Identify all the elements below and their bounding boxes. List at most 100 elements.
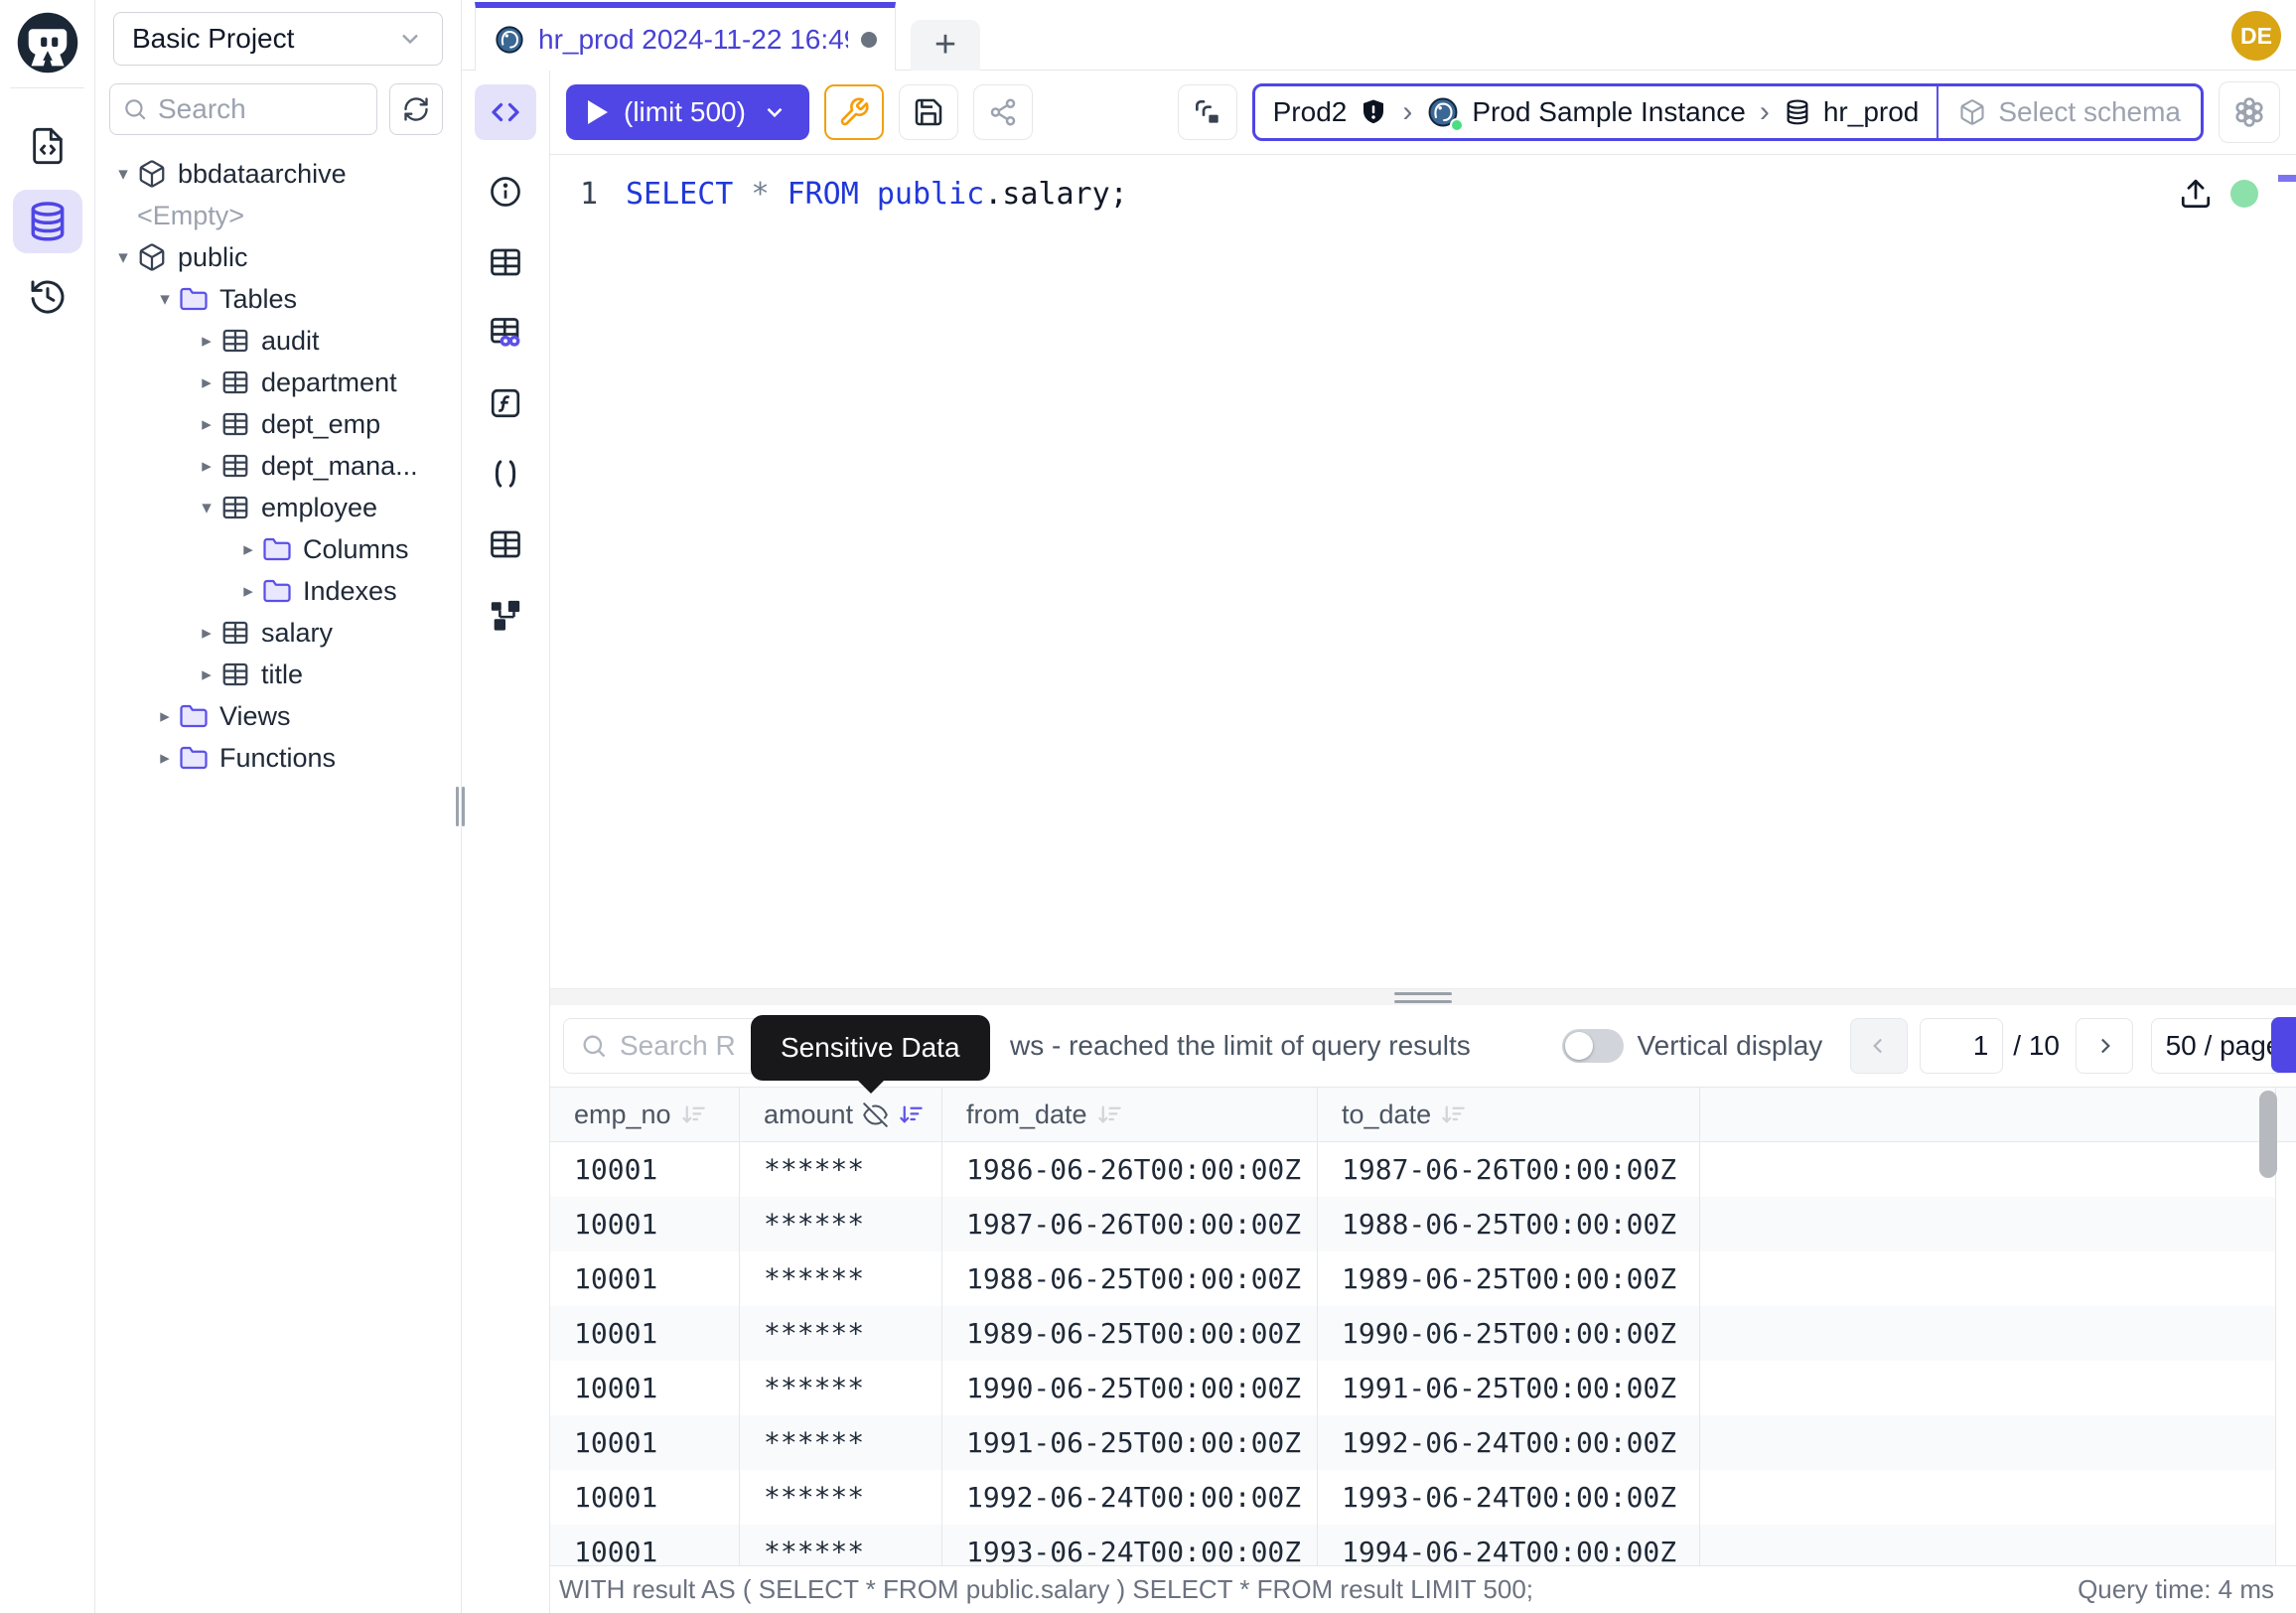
expander-down-icon[interactable]: ▾	[193, 497, 220, 519]
expander-right-icon[interactable]: ▸	[193, 371, 220, 394]
export-drawer-button[interactable]	[2271, 1017, 2296, 1073]
table-row[interactable]: 10001******1986-06-26T00:00:00Z1987-06-2…	[550, 1142, 2296, 1197]
expander-right-icon[interactable]: ▸	[151, 705, 179, 728]
table-row[interactable]: 10001******1993-06-24T00:00:00Z1994-06-2…	[550, 1525, 2296, 1565]
table-row[interactable]: 10001******1992-06-24T00:00:00Z1993-06-2…	[550, 1470, 2296, 1525]
user-avatar[interactable]: DE	[2231, 11, 2281, 61]
sql-editor-mode-button[interactable]	[475, 84, 536, 140]
column-header-from_date[interactable]: from_date	[942, 1088, 1318, 1141]
tree-item-bbdataarchive[interactable]: ▾bbdataarchive	[95, 153, 461, 195]
procedures-panel-button[interactable]	[475, 452, 536, 496]
connection-breadcrumb[interactable]: Prod2 › Prod Sample Instance › hr_prod	[1252, 83, 2204, 141]
table-masking-icon	[488, 315, 523, 351]
tree-item-tables[interactable]: ▾ Tables	[95, 278, 461, 320]
expander-right-icon[interactable]: ▸	[151, 747, 179, 770]
schema-selector[interactable]: Select schema	[1937, 86, 2201, 138]
postgres-icon	[494, 24, 525, 56]
cell-emp_no: 10001	[550, 1197, 740, 1251]
sort-icon[interactable]	[680, 1101, 707, 1128]
tree-item-label: salary	[261, 618, 333, 649]
expander-right-icon[interactable]: ▸	[234, 538, 262, 561]
sidebar-search[interactable]	[109, 83, 377, 135]
share-sheet-button[interactable]	[973, 84, 1033, 140]
column-header-to_date[interactable]: to_date	[1318, 1088, 1700, 1141]
panel-resize-handle[interactable]	[550, 988, 2296, 1005]
expander-down-icon[interactable]: ▾	[109, 246, 137, 269]
expander-right-icon[interactable]: ▸	[193, 622, 220, 645]
save-sheet-button[interactable]	[899, 84, 958, 140]
project-selector[interactable]: Basic Project	[113, 12, 443, 66]
cell-amount: ******	[740, 1251, 942, 1306]
export-sheet-icon[interactable]	[2179, 177, 2213, 211]
vertical-display-toggle[interactable]	[1562, 1029, 1624, 1063]
tree-item-department[interactable]: ▸department	[95, 362, 461, 403]
tree-item-label: Tables	[219, 284, 297, 315]
tree-item-functions[interactable]: ▸Functions	[95, 737, 461, 779]
schema-diagram-button[interactable]	[475, 593, 536, 637]
tree-item-employee[interactable]: ▾employee	[95, 487, 461, 528]
expander-right-icon[interactable]: ▸	[234, 580, 262, 603]
sort-icon[interactable]	[1096, 1101, 1123, 1128]
table-icon	[220, 451, 252, 481]
table-row[interactable]: 10001******1987-06-26T00:00:00Z1988-06-2…	[550, 1197, 2296, 1251]
tables-panel-button[interactable]	[475, 240, 536, 284]
format-sql-button[interactable]	[824, 84, 884, 140]
bytebase-logo-icon[interactable]	[15, 10, 80, 75]
sidebar-search-input[interactable]	[158, 93, 364, 125]
sort-icon[interactable]	[1440, 1101, 1467, 1128]
expander-right-icon[interactable]: ▸	[193, 413, 220, 436]
column-header-emp_no[interactable]: emp_no	[550, 1088, 740, 1141]
table-row[interactable]: 10001******1989-06-25T00:00:00Z1990-06-2…	[550, 1306, 2296, 1361]
info-panel-button[interactable]	[475, 170, 536, 214]
column-label: from_date	[966, 1100, 1087, 1130]
views-panel-button[interactable]	[475, 522, 536, 566]
table-row[interactable]: 10001******1988-06-25T00:00:00Z1989-06-2…	[550, 1251, 2296, 1306]
tree-item-indexes[interactable]: ▸Indexes	[95, 570, 461, 612]
expander-right-icon[interactable]: ▸	[193, 663, 220, 686]
refresh-icon	[402, 95, 430, 123]
sort-icon[interactable]	[898, 1101, 925, 1128]
tree-item-empty[interactable]: <Empty>	[95, 195, 461, 236]
prev-page-button[interactable]	[1850, 1018, 1908, 1074]
tab-title: hr_prod 2024-11-22 16:49	[538, 24, 848, 56]
expander-down-icon[interactable]: ▾	[109, 163, 137, 186]
tree-item-public[interactable]: ▾public	[95, 236, 461, 278]
tree-item-title[interactable]: ▸title	[95, 654, 461, 695]
expander-right-icon[interactable]: ▸	[193, 455, 220, 478]
masked-tables-panel-button[interactable]	[475, 311, 536, 355]
rail-worksheets-button[interactable]	[13, 114, 82, 178]
run-query-button[interactable]: (limit 500)	[566, 84, 809, 140]
sensitive-data-tooltip: Sensitive Data	[751, 1015, 990, 1081]
new-tab-button[interactable]: +	[911, 20, 980, 71]
next-page-button[interactable]	[2076, 1018, 2133, 1074]
refresh-schema-button[interactable]	[389, 83, 443, 135]
expander-right-icon[interactable]: ▸	[193, 330, 220, 353]
tree-item-dept-mana[interactable]: ▸dept_mana...	[95, 445, 461, 487]
tree-item-columns[interactable]: ▸Columns	[95, 528, 461, 570]
expander-down-icon[interactable]: ▾	[151, 288, 179, 311]
folder-icon	[262, 534, 294, 564]
results-vertical-scrollbar[interactable]	[2259, 1091, 2277, 1178]
sql-code-line: SELECT * FROM public.salary;	[626, 173, 1128, 217]
column-header-amount[interactable]: amount	[740, 1088, 942, 1141]
tree-item-views[interactable]: ▸Views	[95, 695, 461, 737]
rail-history-button[interactable]	[13, 265, 82, 329]
table-row[interactable]: 10001******1991-06-25T00:00:00Z1992-06-2…	[550, 1415, 2296, 1470]
database-icon	[26, 200, 70, 243]
page-number-input[interactable]	[1920, 1018, 2003, 1074]
sql-editor[interactable]: 1 SELECT * FROM public.salary;	[550, 155, 2296, 988]
tab-hr-prod[interactable]: hr_prod 2024-11-22 16:49	[475, 2, 896, 71]
cell-emp_no: 10001	[550, 1251, 740, 1306]
tree-item-dept-emp[interactable]: ▸dept_emp	[95, 403, 461, 445]
functions-panel-button[interactable]	[475, 381, 536, 425]
tree-item-salary[interactable]: ▸ salary	[95, 612, 461, 654]
rail-databases-button[interactable]	[13, 190, 82, 253]
instance-postgres-icon	[1426, 95, 1460, 129]
cell-filler	[1700, 1142, 2276, 1197]
ai-assistant-button[interactable]	[2219, 81, 2280, 143]
chevron-down-icon	[396, 25, 424, 53]
table-icon	[220, 618, 252, 648]
tree-item-audit[interactable]: ▸audit	[95, 320, 461, 362]
table-row[interactable]: 10001******1990-06-25T00:00:00Z1991-06-2…	[550, 1361, 2296, 1415]
batch-query-button[interactable]	[1178, 84, 1237, 140]
